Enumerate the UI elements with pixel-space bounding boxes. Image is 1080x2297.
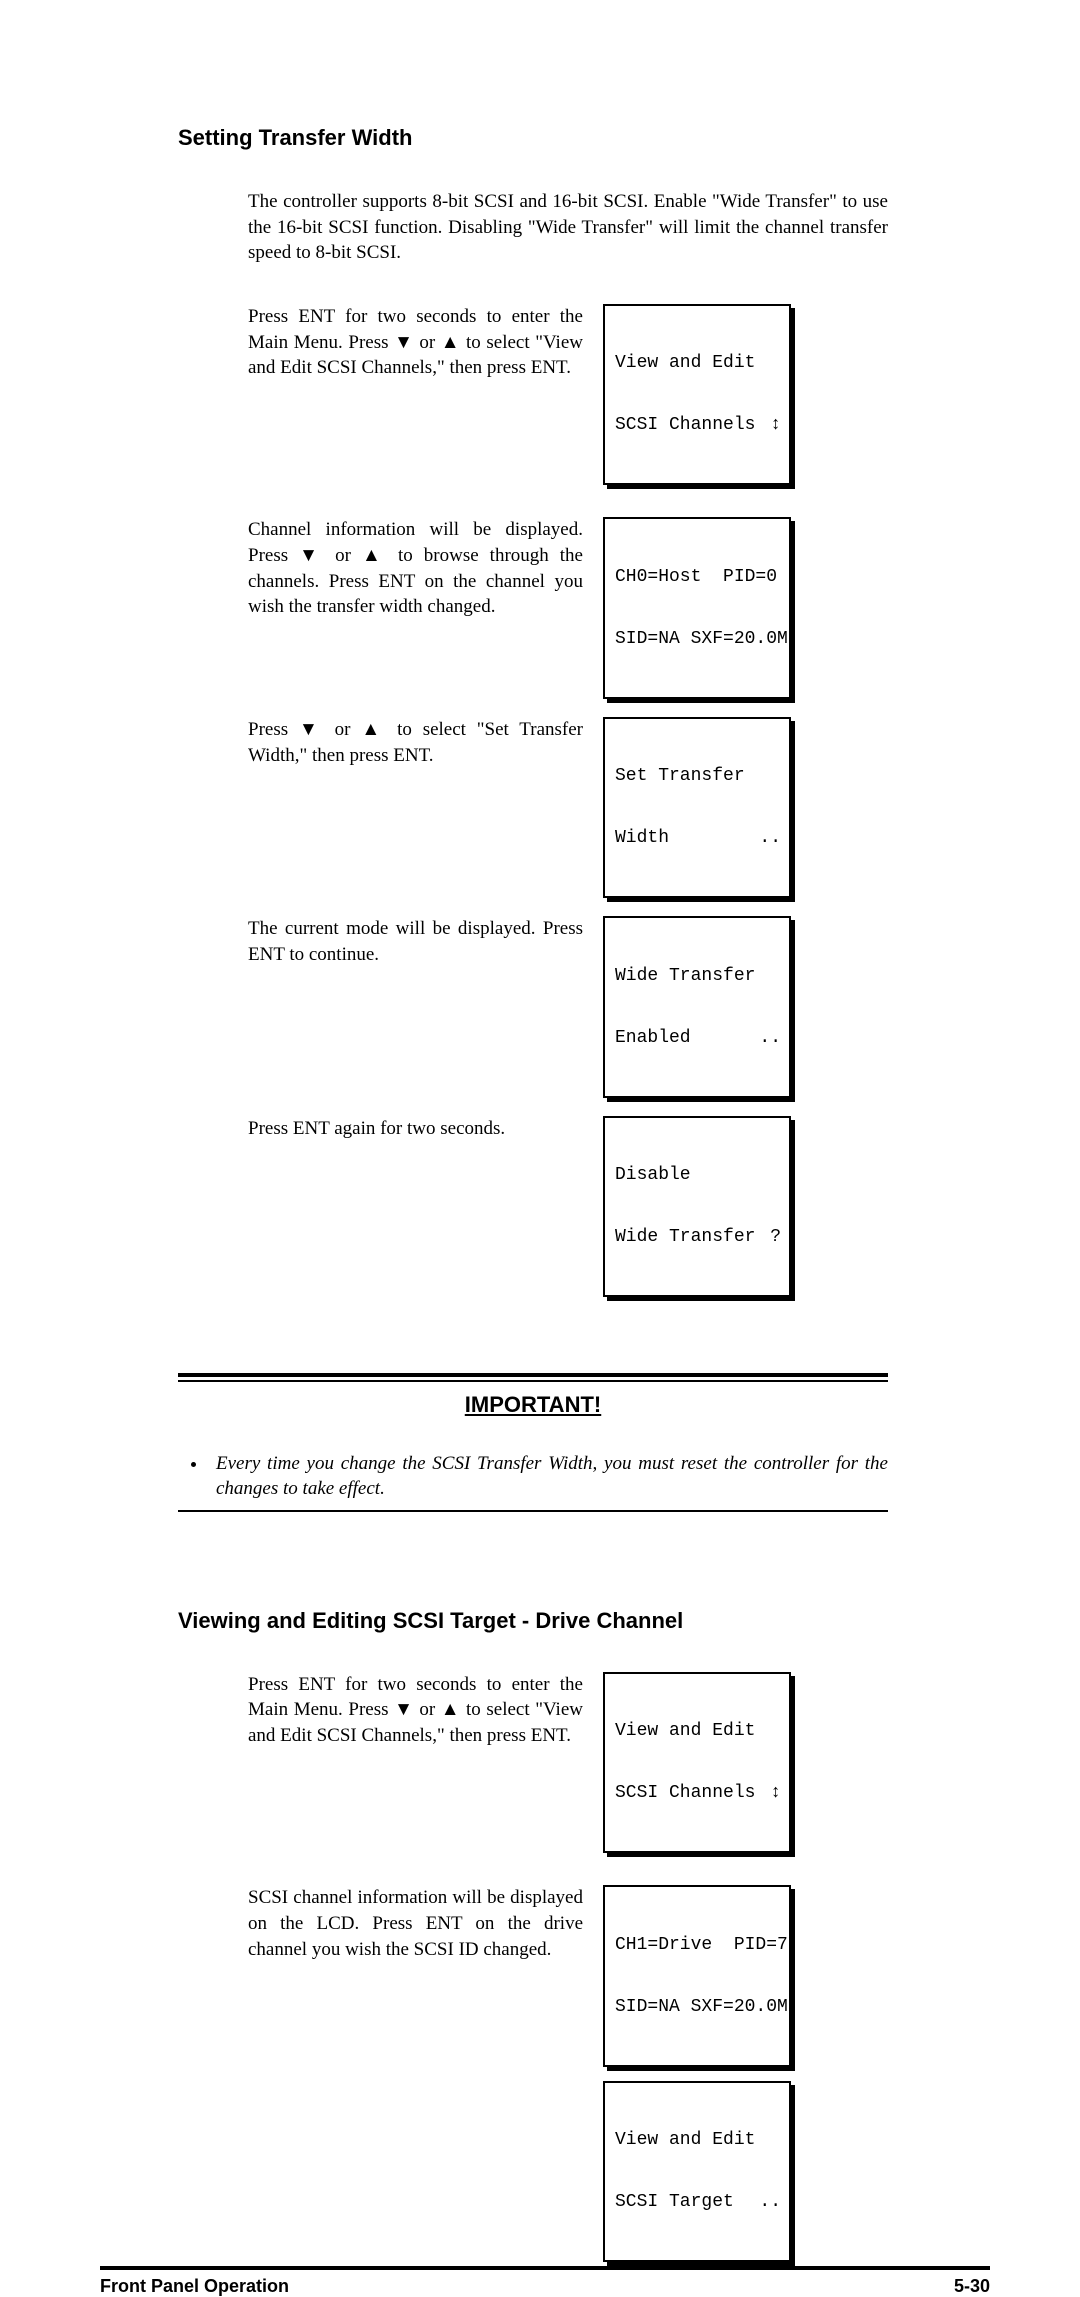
footer-left: Front Panel Operation (100, 2276, 289, 2297)
lcd-display: View and Edit SCSI Target.. (603, 2081, 791, 2263)
lcd-display: View and Edit SCSI Channels ↕ (603, 1672, 791, 1854)
lcd-line: CH1=Drive PID=7 (615, 1935, 788, 1956)
lcd-display: Set Transfer Width.. (603, 717, 791, 899)
lcd-display: Wide Transfer Enabled.. (603, 916, 791, 1098)
lcd-line: View and Edit (615, 353, 755, 374)
heading-viewing-editing-scsi-target: Viewing and Editing SCSI Target - Drive … (178, 1608, 1080, 1634)
important-title: IMPORTANT! (178, 1392, 888, 1418)
heading-setting-transfer-width: Setting Transfer Width (178, 125, 1080, 151)
lcd-display: CH0=Host PID=0 SID=NA SXF=20.0M (603, 517, 791, 699)
lcd-line: Wide Transfer (615, 1227, 755, 1248)
step-text: The current mode will be displayed. Pres… (248, 916, 583, 967)
lcd-line: SCSI Channels (615, 1783, 755, 1804)
step-text: Channel information will be displayed. P… (248, 517, 583, 620)
lcd-indicator: .. (759, 2192, 781, 2213)
lcd-line: CH0=Host PID=0 (615, 567, 777, 588)
lcd-line: View and Edit (615, 2130, 755, 2151)
important-rule-bottom (178, 1510, 888, 1512)
lcd-line: SID=NA SXF=20.0M (615, 1997, 788, 2018)
lcd-line: SCSI Target (615, 2192, 734, 2213)
important-bullet: Every time you change the SCSI Transfer … (208, 1452, 888, 1501)
lcd-indicator: .. (759, 828, 781, 849)
lcd-indicator: ↕ (770, 1783, 781, 1804)
step-text: SCSI channel information will be display… (248, 1885, 583, 1962)
lcd-line: Width (615, 828, 669, 849)
lcd-line: SCSI Channels (615, 415, 755, 436)
lcd-line: Disable (615, 1165, 691, 1186)
step-text: Press ENT again for two seconds. (248, 1116, 583, 1142)
lcd-display: Disable Wide Transfer? (603, 1116, 791, 1298)
intro-paragraph: The controller supports 8-bit SCSI and 1… (248, 189, 888, 266)
step-text: Press ▼ or ▲ to select "Set Transfer Wid… (248, 717, 583, 768)
footer-rule (100, 2266, 990, 2270)
step-text: Press ENT for two seconds to enter the M… (248, 1672, 583, 1749)
lcd-line: Wide Transfer (615, 966, 755, 987)
lcd-line: Set Transfer (615, 766, 745, 787)
lcd-line: Enabled (615, 1028, 691, 1049)
lcd-indicator: ? (770, 1227, 781, 1248)
lcd-line: View and Edit (615, 1721, 755, 1742)
footer-page-number: 5-30 (954, 2276, 990, 2297)
lcd-indicator: .. (759, 1028, 781, 1049)
important-rule-top (178, 1373, 888, 1382)
lcd-display: View and Edit SCSI Channels ↕ (603, 304, 791, 486)
lcd-indicator: ↕ (770, 415, 781, 436)
step-text: Press ENT for two seconds to enter the M… (248, 304, 583, 381)
lcd-display: CH1=Drive PID=7 SID=NA SXF=20.0M (603, 1885, 791, 2067)
lcd-line: SID=NA SXF=20.0M (615, 629, 788, 650)
